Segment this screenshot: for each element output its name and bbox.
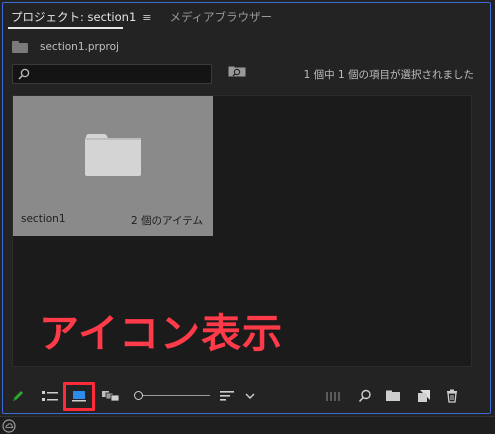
bottom-toolbar	[8, 382, 486, 411]
new-bin-icon[interactable]	[384, 388, 402, 404]
freeform-view-icon[interactable]	[101, 388, 121, 404]
creative-cloud-icon[interactable]	[2, 419, 16, 433]
automate-sequence-icon[interactable]	[324, 388, 342, 404]
folder-icon	[85, 134, 141, 176]
pencil-icon[interactable]	[10, 388, 26, 404]
bin-item-name: section1	[21, 213, 66, 225]
selection-status: 1 個中 1 個の項目が選択されました	[303, 69, 474, 81]
project-folder-icon	[12, 41, 28, 53]
tab-media-browser[interactable]: メディアブラウザー	[161, 4, 280, 30]
find-icon[interactable]	[357, 388, 373, 404]
new-item-icon[interactable]	[416, 388, 432, 404]
search-input[interactable]	[35, 66, 207, 82]
annotation-label: アイコン表示	[39, 311, 283, 357]
panel-menu-icon[interactable]: ≡	[142, 11, 151, 24]
project-panel-window: プロジェクト: section1 ≡ メディアブラウザー section1.pr…	[0, 0, 495, 434]
project-file-row: section1.prproj	[12, 38, 119, 56]
project-filename: section1.prproj	[40, 41, 119, 53]
bin-item-count: 2 個のアイテム	[131, 215, 203, 227]
active-tab-underline	[8, 27, 123, 29]
chevron-down-icon[interactable]	[243, 388, 257, 404]
search-field[interactable]	[12, 64, 212, 84]
list-view-icon[interactable]	[40, 388, 60, 404]
icon-view-icon[interactable]	[71, 388, 87, 404]
sort-icon[interactable]	[218, 388, 236, 404]
trash-icon[interactable]	[444, 388, 460, 404]
search-icon	[18, 68, 30, 80]
find-in-bin-icon[interactable]	[228, 66, 246, 80]
bin-item-thumbnail[interactable]: section1 2 個のアイテム	[13, 96, 213, 236]
zoom-slider-handle[interactable]	[134, 391, 143, 400]
zoom-slider-track[interactable]	[142, 395, 210, 396]
status-bar	[0, 416, 495, 434]
